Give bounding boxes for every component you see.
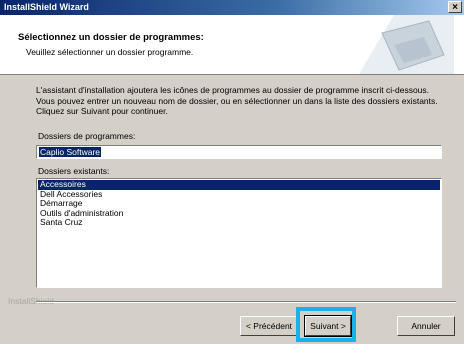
list-item[interactable]: Dell Accessories — [38, 189, 440, 200]
window-title: InstallShield Wizard — [4, 2, 89, 12]
wizard-header: Sélectionnez un dossier de programmes: V… — [0, 15, 464, 75]
list-item[interactable]: Santa Cruz — [38, 217, 440, 228]
description-text: L'assistant d'installation ajoutera les … — [36, 85, 438, 116]
cancel-button[interactable]: Annuler — [397, 316, 455, 336]
program-folder-value: Caplio Software — [39, 147, 102, 157]
program-folder-input[interactable]: Caplio Software — [36, 145, 442, 159]
back-button[interactable]: < Précédent — [240, 316, 298, 336]
header-title: Sélectionnez un dossier de programmes: — [18, 32, 204, 43]
title-bar: InstallShield Wizard × — [0, 0, 464, 15]
footer-divider — [36, 301, 456, 303]
existing-folders-list[interactable]: Accessoires Dell Accessories Démarrage O… — [36, 178, 442, 288]
existing-folders-label: Dossiers existants: — [38, 166, 110, 176]
header-subtitle: Veuillez sélectionner un dossier program… — [26, 47, 194, 57]
close-button[interactable]: × — [448, 1, 462, 13]
list-item[interactable]: Outils d'administration — [38, 208, 440, 219]
computer-graphic-icon — [359, 15, 454, 74]
next-button-highlight — [296, 307, 356, 342]
program-folder-label: Dossiers de programmes: — [38, 131, 136, 141]
